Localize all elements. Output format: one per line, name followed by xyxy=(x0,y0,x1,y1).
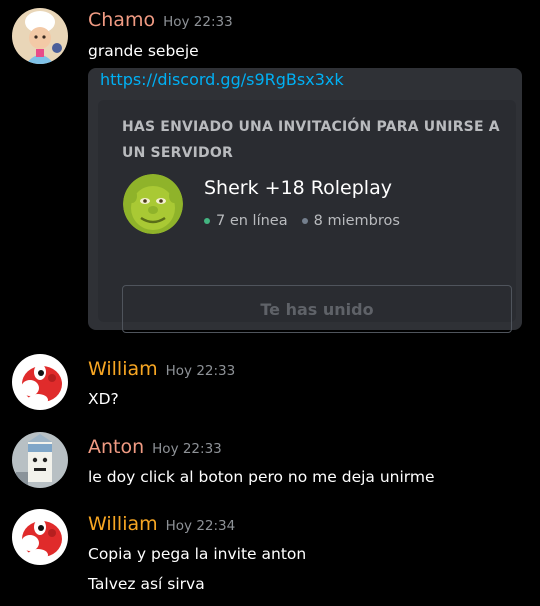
william-author[interactable]: William Hoy 22:34 xyxy=(88,513,235,535)
anton-avatar[interactable] xyxy=(12,432,68,488)
message-text: Talvez así sirva xyxy=(88,575,205,593)
guild-name: Sherk +18 Roleplay xyxy=(204,177,392,199)
author-name[interactable]: William xyxy=(88,513,158,535)
member-count: 8 miembros xyxy=(313,213,400,229)
william-avatar[interactable] xyxy=(12,354,68,410)
message-text: le doy click al boton pero no me deja un… xyxy=(88,468,435,486)
server-invite-card: HAS ENVIADO UNA INVITACIÓN PARA UNIRSE A… xyxy=(98,100,516,333)
chamo-avatar[interactable] xyxy=(12,8,68,64)
william-author[interactable]: William Hoy 22:33 xyxy=(88,358,235,380)
shrek-face-icon[interactable] xyxy=(123,174,183,234)
invite-embed: https://discord.gg/s9RgBsx3xk HAS ENVIAD… xyxy=(88,68,522,333)
timestamp: Hoy 22:33 xyxy=(163,14,233,30)
author-name[interactable]: Anton xyxy=(88,436,144,458)
milk-carton-avatar-icon xyxy=(12,432,68,488)
chef-character-avatar-icon xyxy=(12,8,68,64)
timestamp: Hoy 22:34 xyxy=(165,518,236,534)
members-dot-icon xyxy=(301,218,308,224)
message-text: grande sebeje xyxy=(88,42,199,60)
message-text: XD? xyxy=(88,390,119,408)
invite-header: HAS ENVIADO UNA INVITACIÓN PARA UNIRSE A… xyxy=(122,119,500,161)
timestamp: Hoy 22:33 xyxy=(165,363,236,379)
invite-link[interactable]: https://discord.gg/s9RgBsx3xk xyxy=(100,70,344,89)
timestamp: Hoy 22:33 xyxy=(152,441,222,457)
joined-button[interactable]: Te has unido xyxy=(122,285,512,333)
chamo-author[interactable]: Chamo Hoy 22:33 xyxy=(88,9,233,31)
author-name[interactable]: William xyxy=(88,358,158,380)
red-yoshi-avatar-icon xyxy=(12,509,68,565)
william-avatar[interactable] xyxy=(12,509,68,565)
online-count: 7 en línea xyxy=(216,213,288,229)
online-dot-icon xyxy=(204,218,210,224)
author-name[interactable]: Chamo xyxy=(88,9,155,31)
red-yoshi-avatar-icon xyxy=(12,354,68,410)
anton-author[interactable]: Anton Hoy 22:33 xyxy=(88,436,222,458)
guild-stats: 7 en línea 8 miembros xyxy=(204,213,400,229)
message-text: Copia y pega la invite anton xyxy=(88,545,307,563)
